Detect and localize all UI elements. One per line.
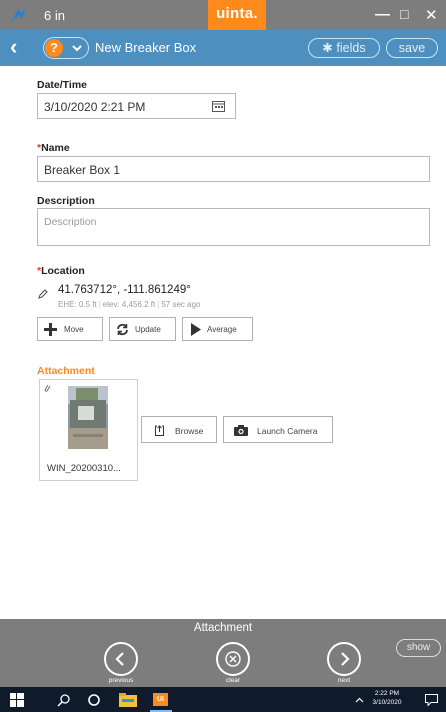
gear-icon: ✱ (322, 41, 333, 55)
form-header: ‹ ? New Breaker Box ✱ fields save (0, 30, 446, 66)
help-dropdown-button[interactable]: ? (43, 37, 89, 59)
back-chevron-icon[interactable]: ‹ (10, 34, 17, 60)
fields-label: fields (336, 41, 366, 55)
average-button[interactable]: Average (182, 317, 253, 341)
next-button[interactable] (327, 642, 361, 676)
paperclip-icon (44, 384, 51, 392)
name-value: Breaker Box 1 (44, 163, 121, 177)
move-button[interactable]: Move (37, 317, 103, 341)
name-field[interactable]: Breaker Box 1 (37, 156, 430, 182)
attachment-photo (68, 386, 108, 449)
window-titlebar: 6 in uinta. — □ ✕ (0, 0, 446, 30)
attachment-filename: WIN_20200310... (47, 463, 121, 474)
play-icon (191, 323, 201, 336)
location-label: *Location (37, 265, 85, 277)
description-field[interactable]: Description (37, 208, 430, 246)
show-button[interactable]: show (396, 639, 441, 657)
minimize-button[interactable]: — (375, 6, 390, 23)
previous-label: previous (108, 677, 134, 684)
attachment-label: Attachment (37, 365, 95, 377)
page-title: New Breaker Box (95, 40, 197, 55)
move-plus-icon (44, 323, 57, 336)
windows-start-icon[interactable] (8, 687, 26, 712)
question-mark-icon: ? (45, 39, 63, 57)
previous-button[interactable] (104, 642, 138, 676)
attachment-thumbnail-card[interactable]: WIN_20200310... (39, 379, 138, 481)
location-accuracy-meta: EHE: 0.5 ft | elev: 4,456.2 ft | 57 sec ago (58, 300, 201, 309)
app-logo-icon (12, 8, 26, 21)
camera-icon (234, 425, 248, 436)
bottom-navigation-bar: Attachment previous clear next show (0, 619, 446, 687)
chevron-down-icon (72, 45, 82, 52)
chevron-up-icon[interactable] (355, 687, 365, 712)
brand-logo: uinta. (208, 0, 266, 30)
location-coordinates: 41.763712°, -111.861249° (58, 284, 191, 296)
uinta-app-taskbar-icon[interactable]: UI (150, 687, 172, 712)
notification-icon[interactable] (424, 687, 440, 712)
browse-button[interactable]: Browse (141, 416, 217, 443)
fields-button[interactable]: ✱ fields (308, 38, 380, 58)
datetime-field[interactable]: 3/10/2020 2:21 PM (37, 93, 236, 119)
system-clock[interactable]: 2:22 PM 3/10/2020 (372, 690, 402, 707)
description-label: Description (37, 195, 95, 207)
distance-readout: 6 in (44, 8, 65, 23)
update-button[interactable]: Update (109, 317, 176, 341)
next-label: next (337, 677, 351, 684)
refresh-icon (117, 323, 128, 336)
datetime-value: 3/10/2020 2:21 PM (44, 100, 146, 114)
file-explorer-icon[interactable] (118, 687, 138, 712)
calendar-icon[interactable] (212, 100, 225, 112)
chevron-right-icon (341, 652, 350, 666)
clear-x-icon (225, 651, 241, 667)
clear-button[interactable] (216, 642, 250, 676)
close-window-button[interactable]: ✕ (425, 6, 438, 24)
maximize-button[interactable]: □ (400, 6, 408, 22)
launch-camera-button[interactable]: Launch Camera (223, 416, 333, 443)
search-icon[interactable] (56, 687, 72, 712)
description-placeholder: Description (44, 216, 97, 228)
cortana-icon[interactable] (86, 687, 102, 712)
windows-taskbar: UI 2:22 PM 3/10/2020 (0, 687, 446, 712)
chevron-left-icon (115, 652, 124, 666)
section-title: Attachment (193, 622, 253, 634)
name-label: *Name (37, 142, 70, 154)
save-button[interactable]: save (386, 38, 438, 58)
datetime-label: Date/Time (37, 79, 87, 91)
pencil-edit-icon[interactable] (38, 289, 48, 299)
file-upload-icon (155, 425, 164, 436)
clear-label: clear (225, 677, 241, 684)
